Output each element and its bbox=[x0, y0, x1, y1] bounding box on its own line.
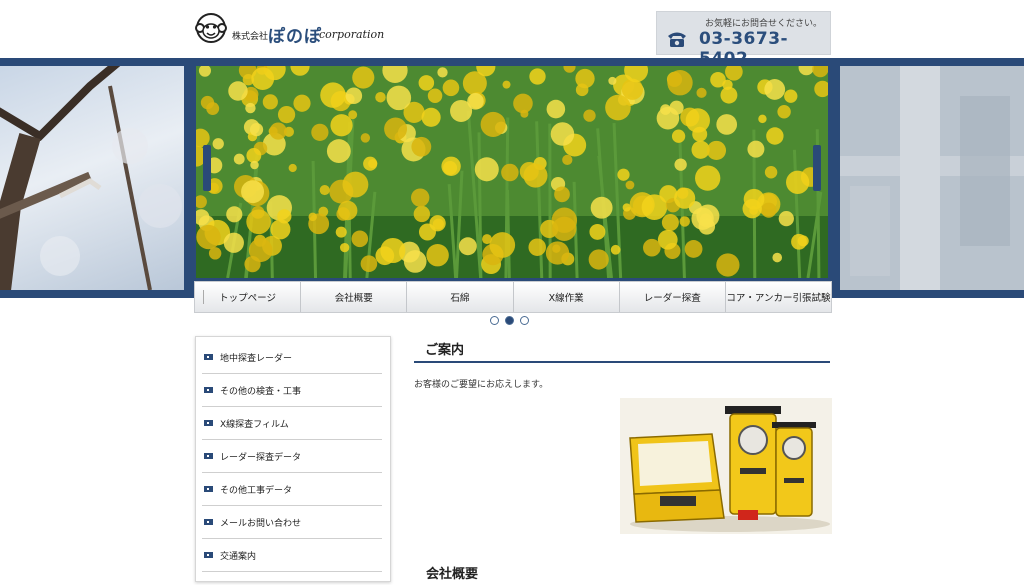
x-ray-film-image bbox=[840, 66, 1024, 290]
logo-company-type: 株式会社 bbox=[232, 32, 269, 42]
slider-dot-2[interactable] bbox=[505, 316, 514, 325]
sidebar-item-label: その他の検査・工事 bbox=[220, 386, 302, 397]
site-logo[interactable]: 株式会社 ぽのぽ corporation bbox=[195, 12, 385, 47]
slider-next-preview[interactable] bbox=[840, 66, 1024, 290]
nav-top-page[interactable]: トップページ bbox=[195, 282, 302, 312]
sidebar-item-access[interactable]: 交通案内 bbox=[202, 539, 382, 572]
slider-dot-3[interactable] bbox=[520, 316, 529, 325]
guide-intro-text: お客様のご要望にお応えします。 bbox=[414, 380, 549, 390]
slider-dot-1[interactable] bbox=[490, 316, 499, 325]
sidebar-item-xray-film[interactable]: X線探査フィルム bbox=[202, 407, 382, 440]
sidebar-menu: 地中探査レーダー その他の検査・工事 X線探査フィルム レーダー探査データ その… bbox=[195, 336, 391, 582]
slider-pagination bbox=[490, 316, 530, 326]
nav-core-anchor-test[interactable]: コア・アンカー引張試験 bbox=[726, 282, 831, 312]
menu-bullet-icon bbox=[204, 387, 213, 393]
sidebar-item-other-inspection[interactable]: その他の検査・工事 bbox=[202, 374, 382, 407]
equipment-photo bbox=[620, 398, 832, 534]
xray-equipment-image bbox=[620, 398, 832, 534]
sidebar-item-label: 地中探査レーダー bbox=[220, 353, 293, 364]
sidebar-item-label: X線探査フィルム bbox=[220, 419, 289, 430]
sidebar-item-label: 交通案内 bbox=[220, 551, 257, 562]
section-heading-guide: ご案内 bbox=[414, 337, 830, 363]
menu-bullet-icon bbox=[204, 519, 213, 525]
monkey-logo-icon bbox=[195, 13, 227, 43]
logo-brand-name: ぽのぽ bbox=[268, 27, 322, 47]
company-section-heading: 会社概要 bbox=[426, 567, 479, 582]
menu-bullet-icon bbox=[204, 486, 213, 492]
logo-corporation: corporation bbox=[319, 28, 385, 41]
slider-prev-icon[interactable] bbox=[203, 145, 211, 191]
nav-company-profile[interactable]: 会社概要 bbox=[301, 282, 408, 312]
contact-phone-box: お気軽にお問合せください。 03-3673-5402 bbox=[656, 11, 831, 69]
rapeseed-flowers-image bbox=[196, 66, 828, 278]
sidebar-item-ground-radar[interactable]: 地中探査レーダー bbox=[202, 341, 382, 374]
menu-bullet-icon bbox=[204, 420, 213, 426]
sidebar-item-other-construction-data[interactable]: その他工事データ bbox=[202, 473, 382, 506]
menu-bullet-icon bbox=[204, 453, 213, 459]
slider-next-icon[interactable] bbox=[813, 145, 821, 191]
contact-note: お気軽にお問合せください。 bbox=[704, 19, 822, 29]
menu-bullet-icon bbox=[204, 354, 213, 360]
nav-radar-survey[interactable]: レーダー探査 bbox=[620, 282, 726, 312]
sidebar-item-radar-data[interactable]: レーダー探査データ bbox=[202, 440, 382, 473]
sidebar-item-label: レーダー探査データ bbox=[220, 452, 302, 463]
slider-prev-preview[interactable] bbox=[0, 66, 184, 290]
global-nav: トップページ 会社概要 石綿 X線作業 レーダー探査 コア・アンカー引張試験 bbox=[194, 281, 832, 313]
sidebar-item-label: その他工事データ bbox=[220, 485, 293, 496]
page-title: ご案内 bbox=[425, 343, 465, 358]
nav-asbestos[interactable]: 石綿 bbox=[407, 282, 514, 312]
sidebar-item-label: メールお問い合わせ bbox=[220, 518, 302, 529]
menu-bullet-icon bbox=[204, 552, 213, 558]
slider-main-image[interactable] bbox=[196, 66, 828, 278]
cherry-tree-image bbox=[0, 66, 182, 290]
phone-icon bbox=[668, 32, 686, 47]
sidebar-item-mail-inquiry[interactable]: メールお問い合わせ bbox=[202, 506, 382, 539]
nav-xray-work[interactable]: X線作業 bbox=[514, 282, 620, 312]
